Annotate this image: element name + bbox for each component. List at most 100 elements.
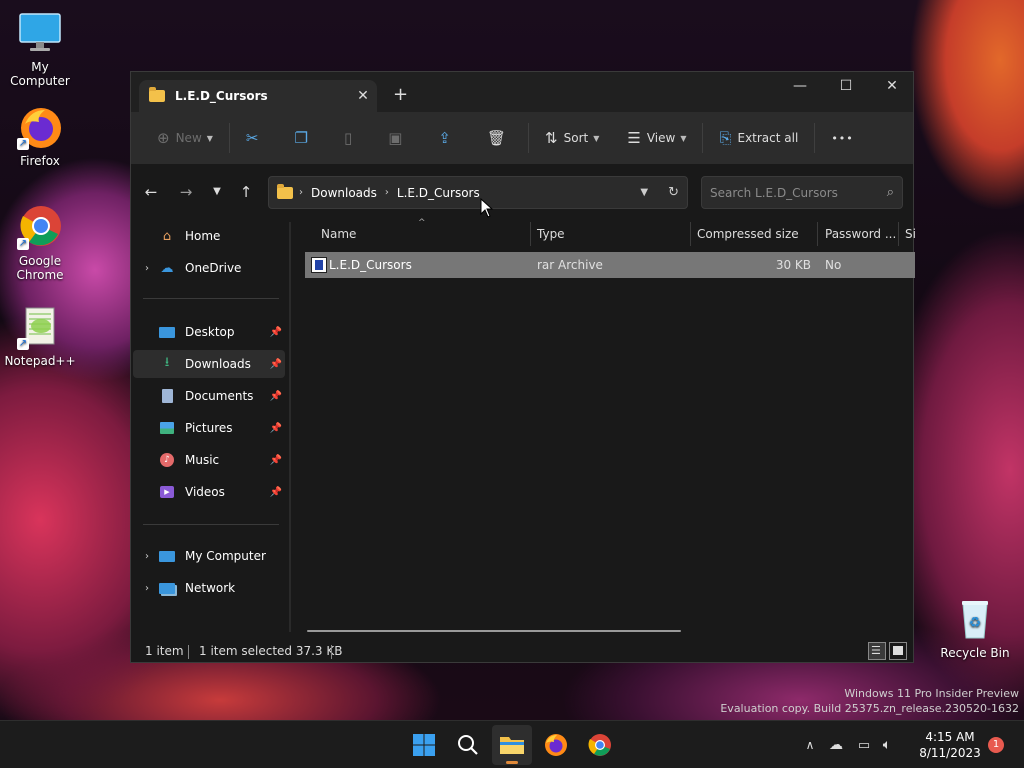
new-tab-button[interactable]: + [393, 84, 408, 105]
pin-icon[interactable]: 📌 [267, 391, 285, 402]
folder-icon [500, 737, 524, 754]
search-taskbar-button[interactable] [448, 725, 488, 765]
breadcrumb-downloads[interactable]: Downloads [311, 186, 377, 200]
show-hidden-icons-chevron-icon[interactable]: ∧ [800, 738, 820, 752]
sidebar-item-label: Music [185, 453, 220, 467]
desktop-icon-notepadpp[interactable]: ↗ Notepad++ [0, 304, 80, 368]
maximize-button[interactable]: ☐ [823, 72, 869, 100]
expand-chevron-icon[interactable]: › [133, 551, 157, 562]
expand-chevron-icon[interactable]: › [133, 583, 157, 594]
cut-button[interactable]: ✂ [238, 122, 273, 154]
column-header-type[interactable]: Type [537, 218, 687, 250]
details-view-button[interactable]: ☰ [868, 642, 886, 660]
tiles-view-button[interactable] [889, 642, 907, 660]
pin-icon[interactable]: 📌 [267, 455, 285, 466]
sidebar-item-my-computer[interactable]: › My Computer [133, 542, 285, 570]
paste-button[interactable]: ▯ [336, 122, 366, 154]
forward-button[interactable]: → [174, 180, 198, 204]
expand-chevron-icon[interactable]: › [133, 263, 157, 274]
folder-icon [149, 87, 165, 102]
column-header-size[interactable]: Si [905, 218, 915, 250]
document-icon [157, 388, 177, 404]
pin-icon[interactable]: 📌 [267, 423, 285, 434]
sidebar-item-music[interactable]: ♪ Music 📌 [133, 446, 285, 474]
sidebar-item-network[interactable]: › Network [133, 574, 285, 602]
breadcrumb-chevron-icon: › [299, 187, 303, 198]
desktop-icon-chrome[interactable]: ↗ Google Chrome [0, 204, 80, 282]
file-list: ^ Name Type Compressed size Password ...… [291, 218, 915, 632]
toolbar-divider [702, 123, 704, 153]
table-row[interactable]: L.E.D_Cursors rar Archive 30 KB No [305, 252, 915, 278]
back-button[interactable]: ← [139, 180, 163, 204]
minimize-button[interactable]: — [777, 72, 823, 100]
cloud-offline-icon[interactable]: ☁ [820, 737, 852, 753]
network-icon[interactable]: ▭ [852, 738, 876, 753]
column-header-name[interactable]: Name [321, 218, 529, 250]
sort-button[interactable]: ⇅ Sort ▼ [537, 122, 607, 154]
extract-all-button[interactable]: ⎘ Extract all [711, 122, 806, 154]
firefox-icon: ↗ [17, 104, 63, 150]
sidebar-item-downloads[interactable]: ⭳ Downloads 📌 [133, 350, 285, 378]
sidebar-item-label: OneDrive [185, 261, 242, 275]
sidebar-item-label: Pictures [185, 421, 233, 435]
share-button[interactable]: ⇪ [430, 122, 465, 154]
sidebar-item-documents[interactable]: Documents 📌 [133, 382, 285, 410]
search-icon: ⌕ [886, 185, 894, 200]
sidebar-item-home[interactable]: ⌂ Home [133, 222, 285, 250]
sidebar-item-videos[interactable]: ▶ Videos 📌 [133, 478, 285, 506]
column-divider[interactable] [817, 222, 818, 246]
address-history-chevron-icon[interactable]: ▼ [640, 187, 648, 198]
item-count: 1 item [145, 644, 184, 658]
firefox-taskbar-button[interactable] [536, 725, 576, 765]
desktop-icon-my-computer[interactable]: My Computer [0, 10, 80, 88]
view-button[interactable]: ☰ View ▼ [619, 122, 694, 154]
desktop-icon-recycle-bin[interactable]: ♻ Recycle Bin [935, 596, 1015, 660]
scissors-icon: ✂ [245, 129, 259, 147]
sidebar-item-desktop[interactable]: Desktop 📌 [133, 318, 285, 346]
title-bar: L.E.D_Cursors ✕ + — ☐ ✕ [131, 72, 913, 112]
delete-button[interactable]: 🗑 [479, 122, 520, 154]
pin-icon[interactable]: 📌 [267, 327, 285, 338]
more-options-button[interactable]: ••• [823, 122, 861, 154]
column-divider[interactable] [530, 222, 531, 246]
sidebar-item-label: Desktop [185, 325, 235, 339]
search-box[interactable]: ⌕ [701, 176, 903, 209]
pin-icon[interactable]: 📌 [267, 487, 285, 498]
view-lines-icon: ☰ [627, 129, 641, 147]
pin-icon[interactable]: 📌 [267, 359, 285, 370]
column-divider[interactable] [690, 222, 691, 246]
rename-button[interactable]: ▣ [380, 122, 416, 154]
column-header-compressed-size[interactable]: Compressed size [697, 218, 815, 250]
command-bar: ⊕ New ▼ ✂ ❐ ▯ ▣ ⇪ 🗑 ⇅ Sort ▼ ☰ View ▼ ⎘ … [131, 112, 913, 164]
selection-info: 1 item selected 37.3 KB [199, 644, 343, 658]
clock[interactable]: 4:15 AM 8/11/2023 [912, 729, 988, 761]
monitor-icon [157, 548, 177, 564]
sidebar-item-pictures[interactable]: Pictures 📌 [133, 414, 285, 442]
column-divider[interactable] [898, 222, 899, 246]
trash-icon: 🗑 [486, 129, 507, 147]
clipboard-icon: ▯ [343, 129, 353, 147]
recent-locations-button[interactable]: ▼ [205, 180, 229, 204]
search-input[interactable] [702, 177, 902, 208]
desktop-icon-firefox[interactable]: ↗ Firefox [0, 104, 80, 168]
new-button[interactable]: ⊕ New ▼ [149, 122, 221, 154]
file-explorer-taskbar-button[interactable] [492, 725, 532, 765]
tab-led-cursors[interactable]: L.E.D_Cursors ✕ [139, 80, 377, 112]
horizontal-scrollbar[interactable] [307, 630, 681, 632]
close-window-button[interactable]: ✕ [869, 72, 915, 100]
svg-text:♻: ♻ [969, 615, 982, 631]
volume-icon[interactable]: 🔈︎ [876, 737, 898, 753]
close-tab-icon[interactable]: ✕ [349, 88, 377, 104]
sidebar-item-onedrive[interactable]: › ☁ OneDrive [133, 254, 285, 282]
address-bar[interactable]: › Downloads › L.E.D_Cursors ▼ ↻ [268, 176, 688, 209]
up-button[interactable]: ↑ [234, 180, 258, 204]
start-button[interactable] [404, 725, 444, 765]
shortcut-arrow-icon: ↗ [17, 138, 29, 150]
refresh-icon[interactable]: ↻ [668, 185, 679, 200]
chrome-taskbar-button[interactable] [580, 725, 620, 765]
column-header-password[interactable]: Password ... [825, 218, 897, 250]
sidebar-item-label: Videos [185, 485, 225, 499]
breadcrumb-led-cursors[interactable]: L.E.D_Cursors [397, 186, 480, 200]
notification-badge[interactable]: 1 [988, 737, 1004, 753]
copy-button[interactable]: ❐ [287, 122, 322, 154]
